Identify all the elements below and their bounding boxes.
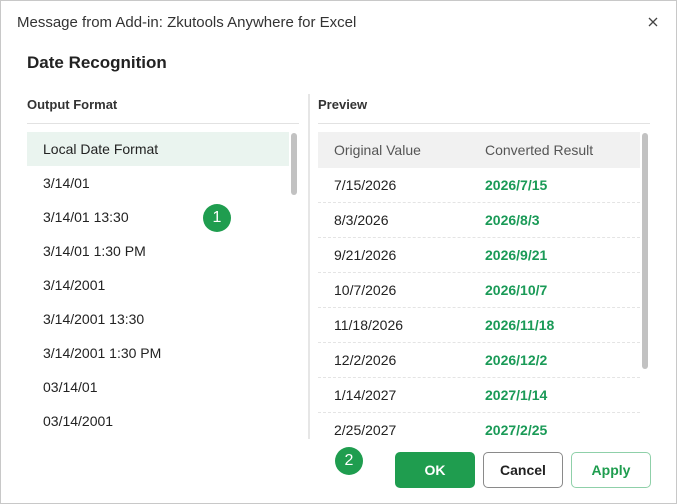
converted-result: 2026/9/21 [485, 247, 548, 263]
preview-label: Preview [318, 97, 368, 112]
original-value: 9/21/2026 [334, 247, 397, 263]
table-row: 9/21/2026 2026/9/21 [318, 238, 640, 273]
original-value: 11/18/2026 [334, 317, 404, 333]
format-item[interactable]: 3/14/01 [27, 166, 289, 200]
converted-result: 2026/11/18 [485, 317, 555, 333]
divider [318, 123, 650, 124]
step-badge-2: 2 [335, 447, 363, 475]
preview-table: Original Value Converted Result 7/15/202… [318, 132, 640, 436]
converted-result: 2026/7/15 [485, 177, 548, 193]
format-item[interactable]: 3/14/2001 1:30 PM [27, 336, 289, 370]
titlebar: Message from Add-in: Zkutools Anywhere f… [1, 1, 676, 45]
format-item[interactable]: Local Date Format [27, 132, 289, 166]
cancel-button[interactable]: Cancel [483, 452, 563, 488]
format-list-scrollbar[interactable] [291, 133, 297, 195]
table-row: 7/15/2026 2026/7/15 [318, 168, 640, 203]
format-item[interactable]: 3/14/01 1:30 PM [27, 234, 289, 268]
panel-divider [308, 94, 310, 439]
format-item[interactable]: 3/14/2001 13:30 [27, 302, 289, 336]
preview-scrollbar[interactable] [642, 133, 648, 369]
original-value: 12/2/2026 [334, 352, 397, 368]
format-item[interactable]: 03/14/01 [27, 370, 289, 404]
original-value: 8/3/2026 [334, 212, 389, 228]
table-row: 2/25/2027 2027/2/25 [318, 413, 640, 436]
table-row: 1/14/2027 2027/1/14 [318, 378, 640, 413]
dialog: Message from Add-in: Zkutools Anywhere f… [0, 0, 677, 504]
format-list[interactable]: Local Date Format 3/14/01 3/14/01 13:30 … [27, 132, 289, 436]
original-value: 2/25/2027 [334, 422, 397, 436]
close-icon[interactable] [644, 13, 662, 31]
page-title: Date Recognition [27, 53, 167, 72]
original-value: 1/14/2027 [334, 387, 397, 403]
ok-button[interactable]: OK [395, 452, 475, 488]
converted-result: 2027/2/25 [485, 422, 548, 436]
step-badge-1: 1 [203, 204, 231, 232]
converted-result: 2027/1/14 [485, 387, 548, 403]
preview-header: Original Value Converted Result [318, 132, 640, 168]
converted-result: 2026/10/7 [485, 282, 548, 298]
table-row: 11/18/2026 2026/11/18 [318, 308, 640, 343]
table-row: 8/3/2026 2026/8/3 [318, 203, 640, 238]
table-row: 12/2/2026 2026/12/2 [318, 343, 640, 378]
dialog-title: Message from Add-in: Zkutools Anywhere f… [17, 14, 357, 31]
format-item[interactable]: 3/14/2001 [27, 268, 289, 302]
format-item[interactable]: 03/14/2001 [27, 404, 289, 436]
original-value: 10/7/2026 [334, 282, 397, 298]
apply-button[interactable]: Apply [571, 452, 651, 488]
converted-result: 2026/12/2 [485, 352, 548, 368]
converted-result: 2026/8/3 [485, 212, 540, 228]
column-header-original: Original Value [334, 142, 421, 158]
format-item[interactable]: 3/14/01 13:30 [27, 200, 289, 234]
table-row: 10/7/2026 2026/10/7 [318, 273, 640, 308]
output-format-label: Output Format [27, 97, 118, 112]
divider [27, 123, 299, 124]
column-header-converted: Converted Result [485, 142, 594, 158]
original-value: 7/15/2026 [334, 177, 397, 193]
